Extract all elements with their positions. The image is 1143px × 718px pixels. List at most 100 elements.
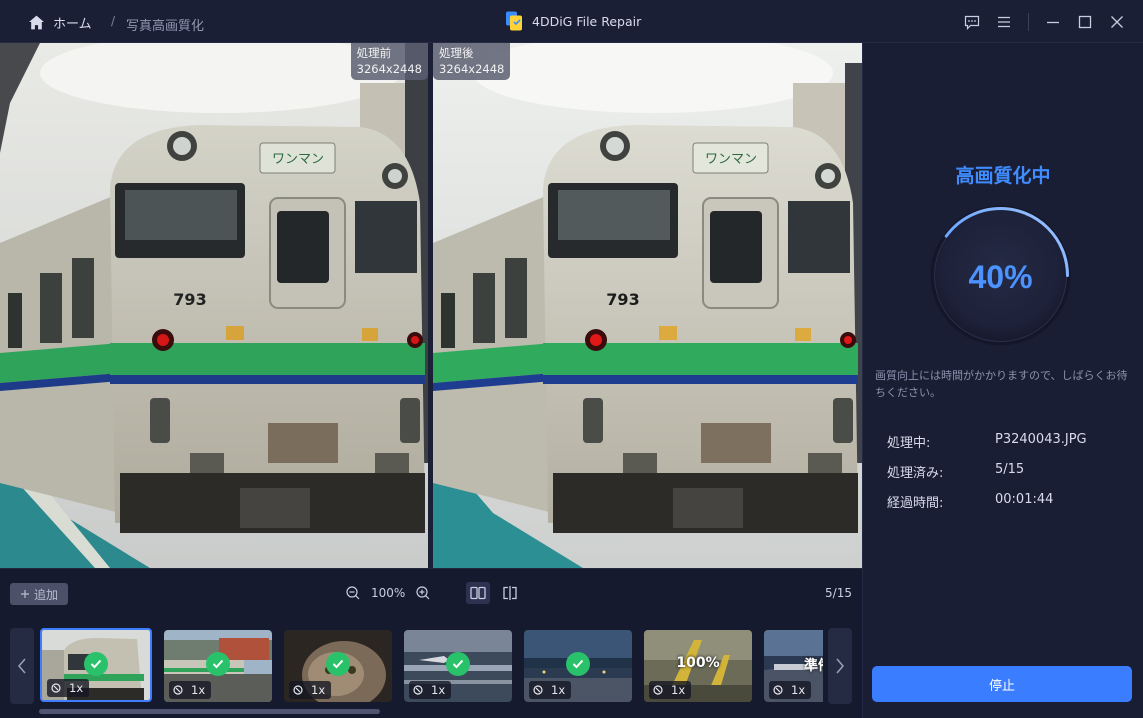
thumbnail-status-text: 100%	[676, 655, 720, 671]
scale-badge: 1x	[169, 681, 212, 699]
feedback-icon[interactable]	[962, 12, 982, 32]
scale-text: 1x	[191, 683, 206, 697]
completed-check-icon	[326, 652, 350, 676]
processed-value: 5/15	[995, 462, 1025, 477]
zoom-in-icon[interactable]	[415, 585, 431, 601]
scale-icon	[413, 685, 423, 695]
menu-icon[interactable]	[994, 12, 1014, 32]
scale-badge: 1x	[47, 679, 90, 697]
scale-icon	[653, 685, 663, 695]
status-info: 処理中: P3240043.JPG 処理済み: 5/15 経過時間: 00:01…	[887, 432, 1087, 522]
before-train-number: 793	[173, 290, 206, 309]
elapsed-value: 00:01:44	[995, 492, 1054, 507]
panel-title: 高画質化中	[955, 165, 1051, 187]
thumbnail-scrollbar[interactable]	[39, 709, 380, 714]
app-title: 4DDiG File Repair	[505, 11, 641, 31]
thumbnail-list: 1x 1x 1x 1x 1x 100% 1x 準 1x	[40, 628, 823, 704]
zoom-controls: 100%	[345, 585, 431, 601]
preview-area: ワンマン 793 処理前 3264x2448 ワンマン 793 処理後 3264…	[0, 43, 862, 568]
completed-check-icon	[84, 652, 108, 676]
zoom-level: 100%	[371, 586, 406, 600]
scale-text: 1x	[431, 683, 446, 697]
scale-badge: 1x	[529, 681, 572, 699]
scale-badge: 1x	[649, 681, 692, 699]
progress-ring: 40%	[928, 203, 1073, 348]
scale-text: 1x	[551, 683, 566, 697]
after-label: 処理後	[439, 46, 474, 60]
scroll-left-button[interactable]	[10, 628, 34, 704]
completed-check-icon	[206, 652, 230, 676]
scale-icon	[773, 685, 783, 695]
before-resolution: 3264x2448	[356, 62, 422, 76]
minimize-icon[interactable]	[1043, 12, 1063, 32]
scale-text: 1x	[69, 681, 84, 695]
page-counter: 5/15	[825, 586, 852, 600]
stop-button[interactable]: 停止	[872, 666, 1132, 702]
thumbnail-strip: 1x 1x 1x 1x 1x 100% 1x 準 1x	[0, 618, 862, 718]
wait-note: 画質向上には時間がかかりますので、しばらくお待ちください。	[875, 369, 1128, 399]
elapsed-label: 経過時間:	[887, 496, 944, 511]
maximize-icon[interactable]	[1075, 12, 1095, 32]
breadcrumb-current: 写真高画質化	[126, 19, 205, 34]
title-bar: ホーム / 写真高画質化 4DDiG File Repair	[0, 0, 1143, 43]
scale-text: 1x	[671, 683, 686, 697]
before-label-tag: 処理前 3264x2448	[350, 43, 428, 80]
add-button[interactable]: 追加	[10, 583, 68, 605]
scale-text: 1x	[311, 683, 326, 697]
progress-panel: 高画質化中 40% 画質向上には時間がかかりますので、しばらくお待ちください。	[862, 43, 1143, 718]
after-label-tag: 処理後 3264x2448	[433, 43, 511, 80]
thumbnail-item[interactable]: 1x	[164, 630, 272, 702]
after-train-number: 793	[606, 290, 639, 309]
home-icon	[29, 15, 44, 30]
scale-badge: 1x	[409, 681, 452, 699]
before-sign-text: ワンマン	[272, 152, 324, 167]
completed-check-icon	[566, 652, 590, 676]
scale-icon	[51, 683, 61, 693]
progress-percent: 40%	[968, 259, 1032, 295]
after-image[interactable]: ワンマン 793 処理後 3264x2448	[433, 43, 862, 568]
scale-icon	[293, 685, 303, 695]
thumbnail-item[interactable]: 1x	[40, 628, 152, 702]
chevron-right-icon	[836, 658, 844, 674]
before-label: 処理前	[356, 46, 392, 60]
app-title-text: 4DDiG File Repair	[532, 13, 642, 29]
home-button[interactable]: ホーム	[28, 13, 92, 32]
before-image[interactable]: ワンマン 793 処理前 3264x2448	[0, 43, 428, 568]
side-by-side-icon	[470, 586, 486, 600]
zoom-out-icon[interactable]	[345, 585, 361, 601]
window-controls	[950, 12, 1127, 32]
thumbnail-item[interactable]: 100% 1x	[644, 630, 752, 702]
scale-badge: 1x	[769, 681, 812, 699]
scale-text: 1x	[791, 683, 806, 697]
add-button-label: 追加	[33, 587, 58, 602]
chevron-left-icon	[18, 658, 26, 674]
thumbnail-item[interactable]: 1x	[524, 630, 632, 702]
scale-badge: 1x	[289, 681, 332, 699]
elapsed-row: 経過時間: 00:01:44	[887, 492, 1087, 522]
scale-icon	[533, 685, 543, 695]
split-view-button[interactable]	[498, 582, 522, 604]
processing-label: 処理中:	[887, 436, 931, 451]
close-icon[interactable]	[1107, 12, 1127, 32]
plus-icon	[20, 590, 29, 598]
app-logo-icon	[505, 11, 523, 31]
side-by-side-view-button[interactable]	[466, 582, 490, 604]
after-sign-text: ワンマン	[705, 152, 757, 167]
thumbnail-item[interactable]: 1x	[404, 630, 512, 702]
thumbnail-item[interactable]: 準備 1x	[764, 630, 823, 702]
scroll-right-button[interactable]	[828, 628, 852, 704]
breadcrumb-separator: /	[111, 14, 116, 28]
split-view-icon	[503, 586, 517, 600]
home-label: ホーム	[53, 17, 92, 32]
processing-value: P3240043.JPG	[995, 432, 1087, 447]
processed-row: 処理済み: 5/15	[887, 462, 1087, 492]
thumbnail-status-text: 準備	[804, 658, 823, 674]
preview-toolbar: 追加 100% 5/15	[0, 568, 862, 618]
scale-icon	[173, 685, 183, 695]
completed-check-icon	[446, 652, 470, 676]
view-mode-toggle	[466, 582, 522, 604]
thumbnail-item[interactable]: 1x	[284, 630, 392, 702]
processed-label: 処理済み:	[887, 466, 944, 481]
after-resolution: 3264x2448	[439, 62, 505, 76]
controls-divider	[1028, 13, 1029, 31]
